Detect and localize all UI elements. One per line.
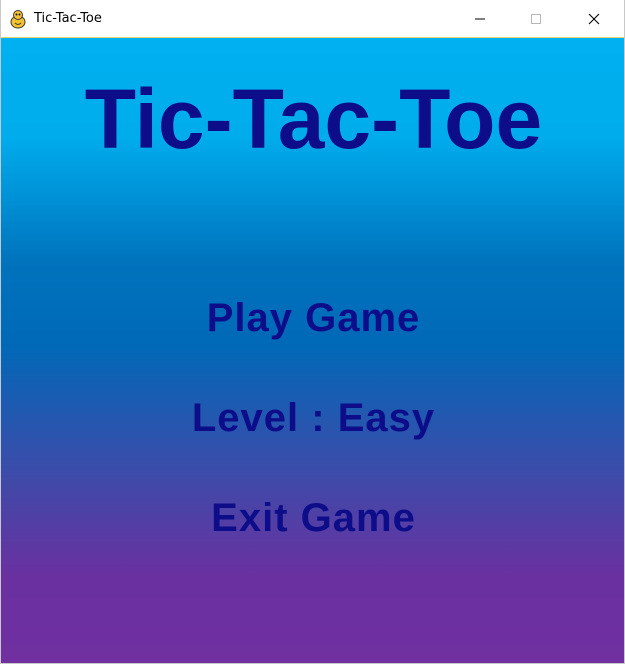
game-screen: Tic-Tac-Toe Play Game Level : Easy Exit …	[1, 38, 624, 663]
maximize-icon	[531, 14, 541, 24]
play-game-button[interactable]: Play Game	[1, 294, 624, 342]
game-title: Tic-Tac-Toe	[84, 72, 543, 166]
minimize-button[interactable]	[457, 0, 503, 38]
minimize-icon	[475, 18, 485, 20]
level-select-button[interactable]: Level : Easy	[1, 394, 624, 442]
pygame-snake-icon	[9, 9, 27, 29]
exit-game-button[interactable]: Exit Game	[1, 494, 624, 542]
window-title: Tic-Tac-Toe	[34, 11, 102, 26]
close-button[interactable]	[571, 0, 617, 38]
close-icon	[588, 13, 600, 25]
app-window: Tic-Tac-Toe Tic-Tac-Toe Play Game Level …	[0, 0, 625, 664]
maximize-button[interactable]	[513, 0, 559, 38]
title-bar[interactable]: Tic-Tac-Toe	[1, 0, 624, 38]
